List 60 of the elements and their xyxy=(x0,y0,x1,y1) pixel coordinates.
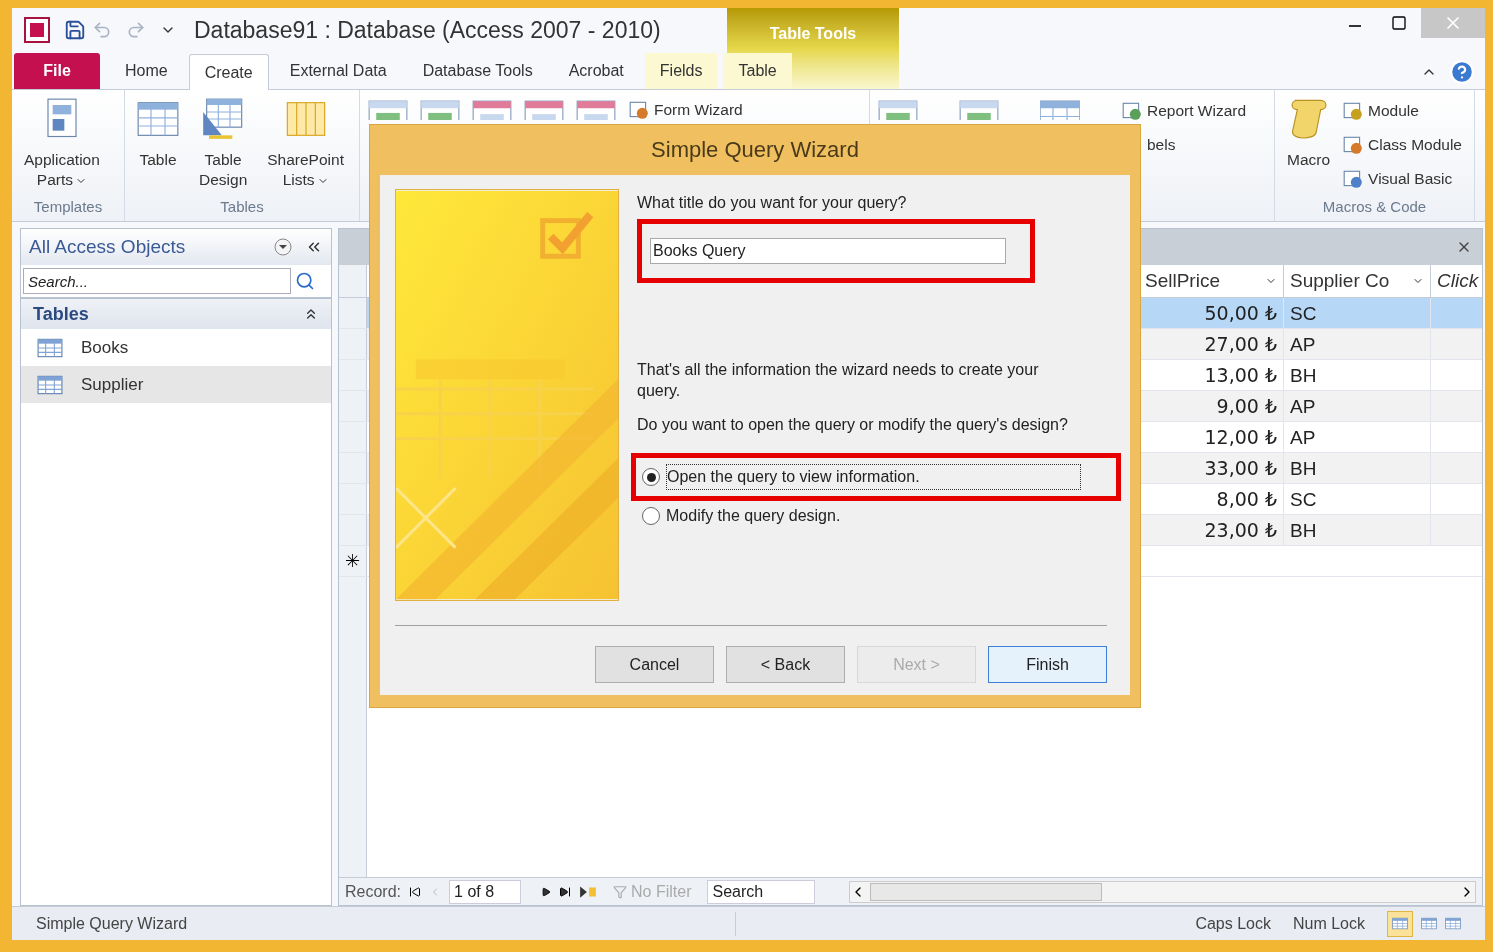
group-label: Macros & Code xyxy=(1321,196,1428,217)
info-text: That's all the information the wizard needs to create your query. xyxy=(637,360,1040,401)
query-title-field[interactable]: Books Query xyxy=(650,238,1006,264)
dialog-button[interactable]: Finish xyxy=(988,646,1107,683)
ribbon-button[interactable]: Module xyxy=(1342,98,1462,124)
ribbon-button[interactable]: Form Wizard xyxy=(628,98,743,122)
dialog-button[interactable]: < Back xyxy=(726,646,845,683)
nav-item[interactable]: Supplier xyxy=(21,366,331,403)
group-label: Templates xyxy=(32,196,104,217)
record-label: Record: xyxy=(345,881,402,902)
title-prompt: What title do you want for your query? xyxy=(637,193,908,213)
table-cell: AP xyxy=(1283,391,1430,421)
ribbon-tab[interactable]: Create xyxy=(188,54,269,90)
table-cell: AP xyxy=(1283,329,1430,359)
status-text: Simple Query Wizard xyxy=(36,911,736,936)
table-cell: AP xyxy=(1283,422,1430,452)
file-tab[interactable]: File xyxy=(14,53,100,89)
status-indicator: Num Lock xyxy=(1292,913,1365,934)
new-row-marker: ✳ xyxy=(339,546,367,576)
ribbon-button[interactable]: Report Wizard xyxy=(1121,98,1247,124)
ribbon-button[interactable]: bels xyxy=(1121,132,1247,158)
table-cell-text: 8,00 ₺ xyxy=(1215,487,1278,512)
section-header[interactable]: Tables xyxy=(21,299,331,329)
table-cell: BH xyxy=(1283,360,1430,390)
table-cell: BH xyxy=(1283,515,1430,545)
ribbon-button[interactable]: Class Module xyxy=(1342,132,1462,158)
radio-option[interactable]: Modify the query design. xyxy=(642,504,841,528)
status-indicator: Caps Lock xyxy=(1195,913,1271,934)
column-header[interactable]: Click xyxy=(1430,265,1482,297)
dialog-title: Simple Query Wizard xyxy=(650,136,860,164)
table-cell-text: 27,00 ₺ xyxy=(1203,332,1278,357)
ribbon-tab[interactable]: External Data xyxy=(274,53,402,89)
window-title: Database91 : Database (Access 2007 - 2010) xyxy=(194,15,661,45)
record-position-field[interactable]: 1 of 8 xyxy=(449,879,522,904)
ribbon-button[interactable]: Macro xyxy=(1283,98,1335,170)
table-cell-text: 12,00 ₺ xyxy=(1203,425,1278,450)
search-field[interactable]: Search... xyxy=(23,268,291,294)
ribbon-button[interactable]: Application Parts xyxy=(20,98,104,190)
search-box[interactable]: Search xyxy=(707,879,816,904)
table-cell-text: 50,00 ₺ xyxy=(1203,301,1278,326)
table-cell: SC xyxy=(1283,298,1430,328)
ribbon-tab[interactable]: Database Tools xyxy=(407,53,548,89)
nav-pane-title: All Access Objects xyxy=(29,234,186,259)
ribbon-button[interactable]: SharePoint Lists xyxy=(263,98,348,190)
ribbon-button[interactable]: Table xyxy=(133,98,183,170)
ribbon-tab[interactable]: Table xyxy=(723,53,792,89)
dialog-button[interactable]: Cancel xyxy=(595,646,714,683)
table-cell: SC xyxy=(1283,484,1430,514)
table-cell-text: 9,00 ₺ xyxy=(1215,394,1278,419)
question-text: Do you want to open the query or modify the query's design? xyxy=(637,415,1069,435)
ribbon-button[interactable]: Table Design xyxy=(195,98,252,190)
table-cell-text: 23,00 ₺ xyxy=(1203,518,1278,543)
ribbon-tab[interactable]: Acrobat xyxy=(553,53,639,89)
group-label: Tables xyxy=(219,196,265,217)
ribbon-tab[interactable]: Home xyxy=(110,53,183,89)
ribbon-button[interactable]: Visual Basic xyxy=(1342,166,1462,192)
table-cell: BH xyxy=(1283,453,1430,483)
table-cell-text: 13,00 ₺ xyxy=(1203,363,1278,388)
table-cell-text: 33,00 ₺ xyxy=(1203,456,1278,481)
ribbon-tab[interactable]: Fields xyxy=(644,53,718,89)
